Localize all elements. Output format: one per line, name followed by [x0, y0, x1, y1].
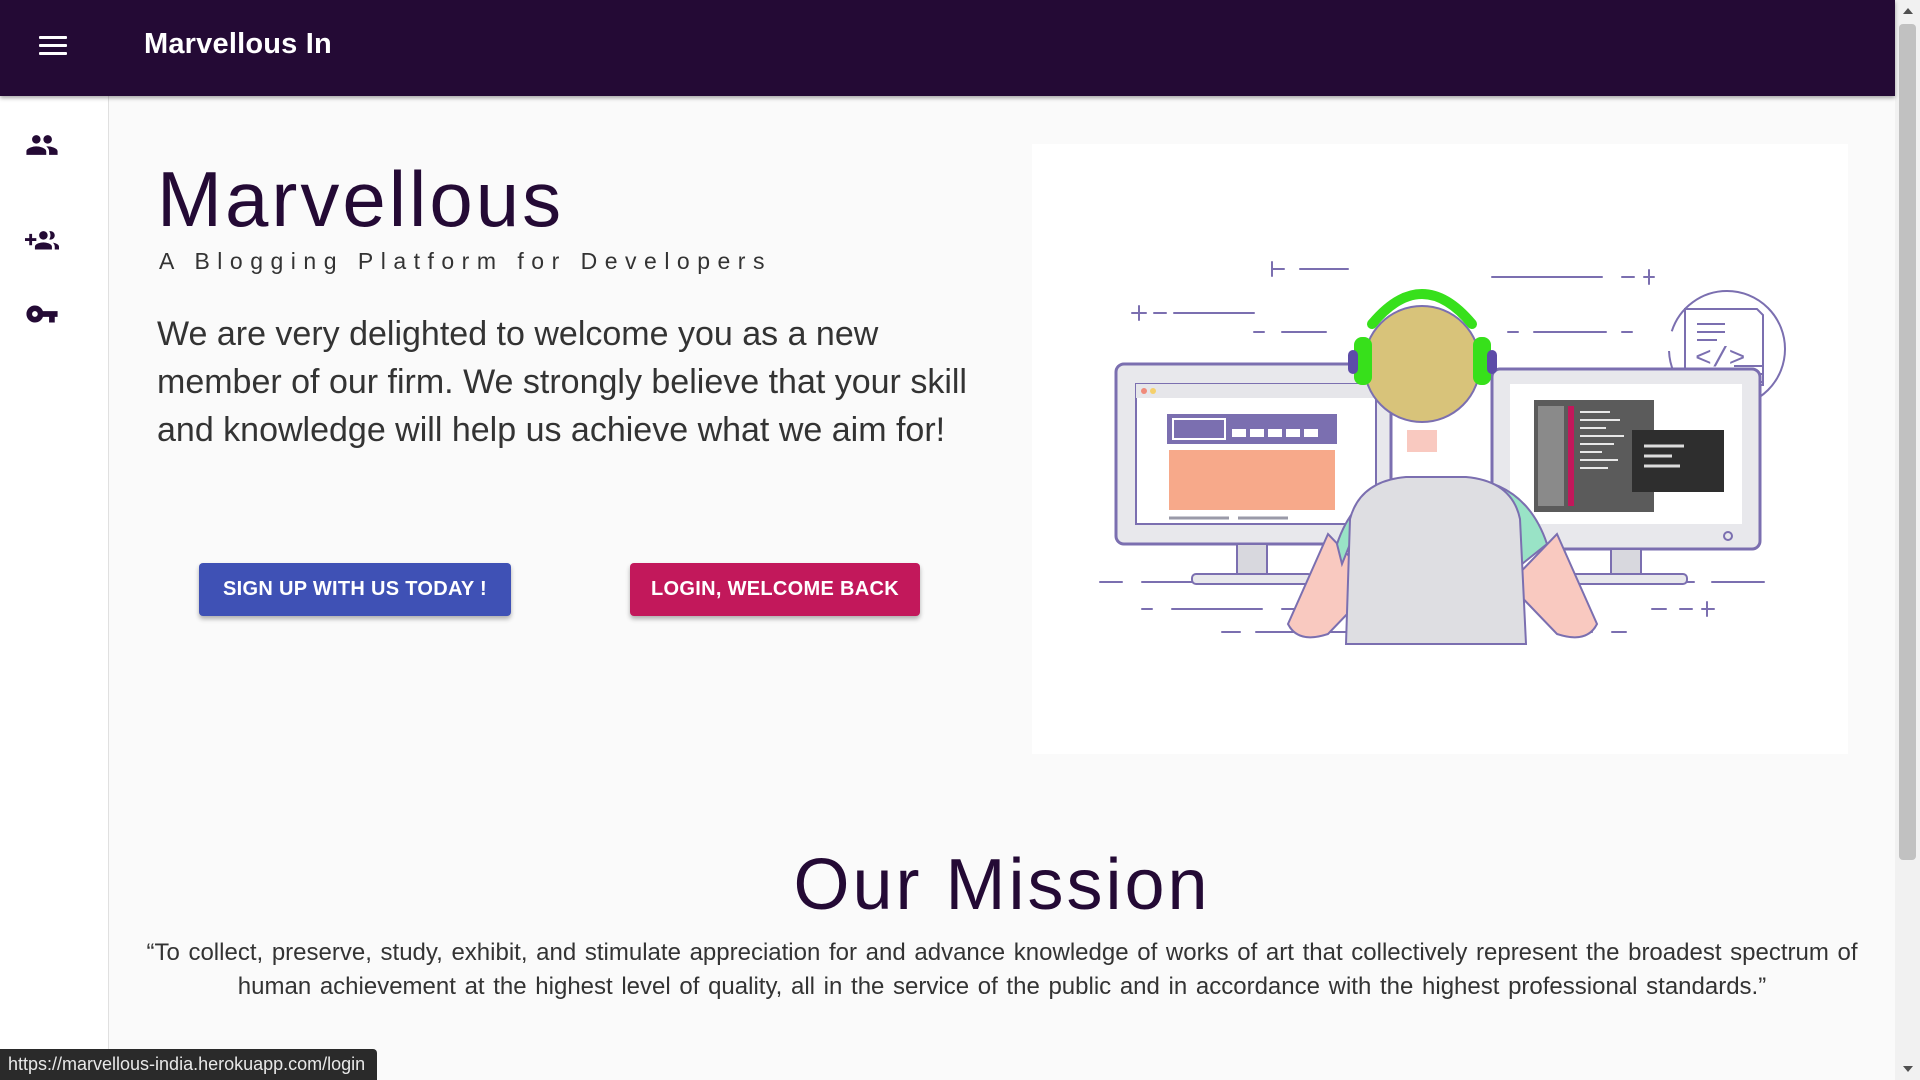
- hero-title: Marvellous: [157, 155, 565, 243]
- developer-illustration: </>: [1032, 144, 1848, 754]
- scroll-down-icon[interactable]: [1903, 1066, 1913, 1072]
- group-add-icon[interactable]: [22, 224, 62, 258]
- mission-text: “To collect, preserve, study, exhibit, a…: [146, 939, 1858, 1000]
- welcome-text: We are very delighted to welcome you as …: [157, 315, 967, 449]
- status-bar-url: https://marvellous-india.herokuapp.com/l…: [0, 1049, 378, 1080]
- app-bar: Marvellous In: [0, 0, 1895, 96]
- vpn-key-icon[interactable]: [22, 297, 62, 331]
- app-brand[interactable]: Marvellous In: [144, 28, 332, 61]
- menu-icon[interactable]: [33, 31, 73, 65]
- hero-subtitle: A Blogging Platform for Developers: [159, 248, 772, 274]
- login-button[interactable]: LOGIN, WELCOME BACK: [630, 563, 920, 616]
- people-icon[interactable]: [22, 128, 62, 162]
- scrollbar-thumb[interactable]: [1899, 24, 1916, 860]
- mission-title: Our Mission: [793, 845, 1211, 925]
- developer-illustration-art: </>: [1099, 261, 1786, 645]
- vertical-scrollbar[interactable]: [1895, 0, 1920, 1080]
- signup-button[interactable]: SIGN UP WITH US TODAY !: [199, 563, 511, 616]
- side-nav: [0, 96, 109, 1080]
- main-content: Marvellous A Blogging Platform for Devel…: [109, 96, 1895, 1080]
- scroll-up-icon[interactable]: [1903, 8, 1913, 14]
